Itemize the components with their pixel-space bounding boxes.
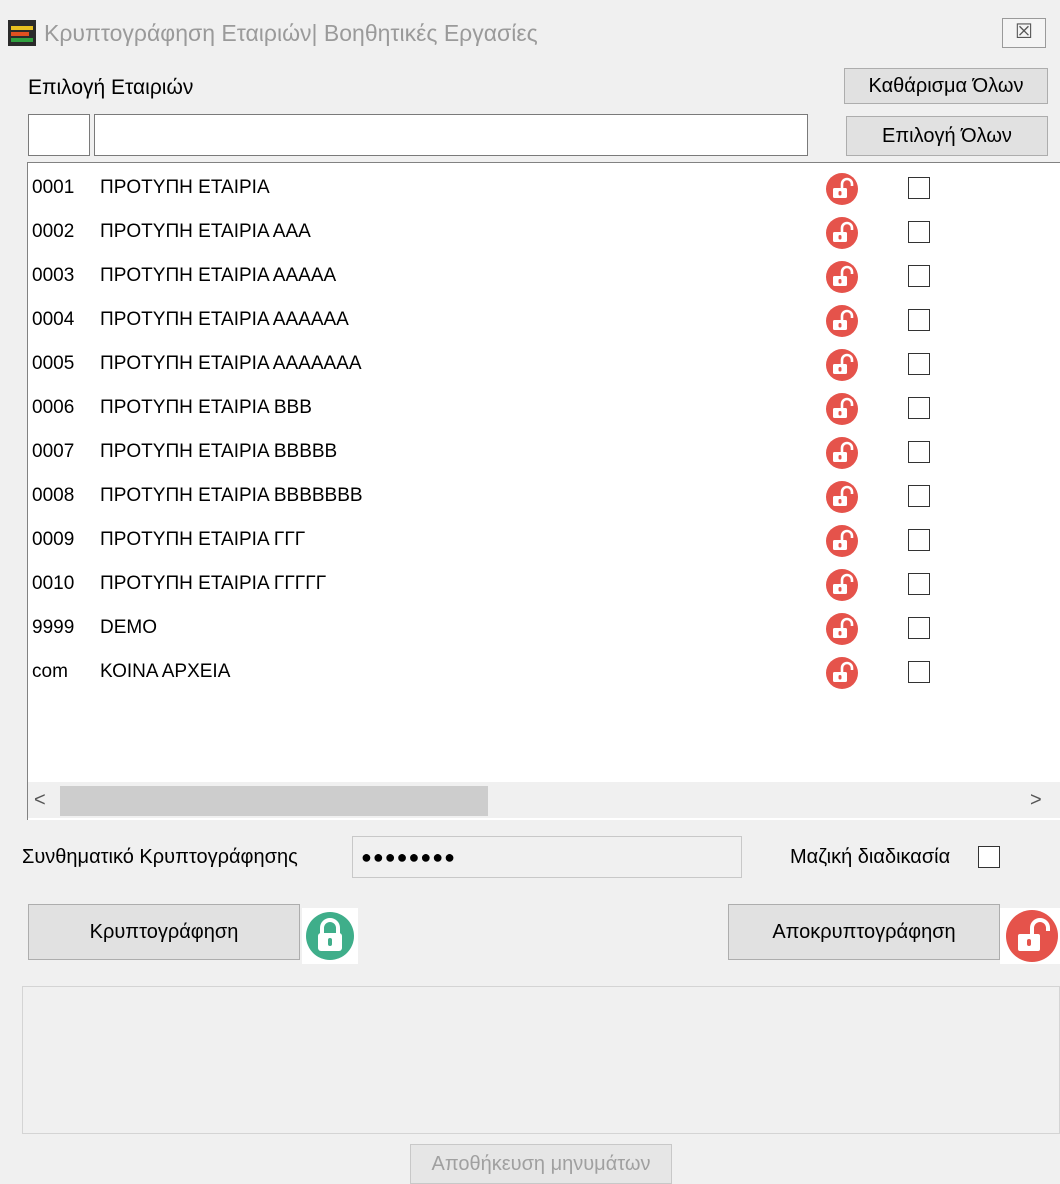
unlocked-padlock-icon: [825, 656, 859, 690]
unlocked-padlock-icon: [825, 480, 859, 514]
app-icon: [8, 20, 36, 46]
company-code: 0006: [32, 397, 75, 418]
company-checkbox[interactable]: [908, 529, 930, 551]
company-row[interactable]: 0005 ΠΡΟΤΥΠΗ ΕΤΑΙΡΙΑ ΑΑΑΑΑΑΑ: [28, 343, 1028, 383]
company-name: ΠΡΟΤΥΠΗ ΕΤΑΙΡΙΑ ΑΑΑΑΑΑ: [100, 309, 349, 330]
company-row[interactable]: com ΚΟΙΝΑ ΑΡΧΕΙΑ: [28, 651, 1028, 691]
unlocked-padlock-icon: [825, 260, 859, 294]
save-messages-button[interactable]: Αποθήκευση μηνυμάτων: [410, 1144, 672, 1184]
company-row[interactable]: 9999 DEMO: [28, 607, 1028, 647]
company-checkbox[interactable]: [908, 617, 930, 639]
company-name: ΠΡΟΤΥΠΗ ΕΤΑΙΡΙΑ ΑΑΑΑΑ: [100, 265, 337, 286]
bulk-process-label: Μαζική διαδικασία: [790, 846, 951, 868]
unlocked-padlock-icon: [825, 216, 859, 250]
locked-padlock-icon: [302, 908, 358, 964]
company-checkbox[interactable]: [908, 573, 930, 595]
company-row[interactable]: 0006 ΠΡΟΤΥΠΗ ΕΤΑΙΡΙΑ ΒΒΒ: [28, 387, 1028, 427]
clear-all-button[interactable]: Καθάρισμα Όλων: [844, 68, 1048, 104]
company-list: 0001 ΠΡΟΤΥΠΗ ΕΤΑΙΡΙΑ 0002 ΠΡΟΤΥΠΗ ΕΤΑΙΡΙΑ Α…: [27, 162, 1060, 820]
unlocked-padlock-icon: [825, 568, 859, 602]
unlocked-padlock-icon: [825, 392, 859, 426]
unlocked-padlock-icon: [825, 348, 859, 382]
scroll-thumb[interactable]: [60, 786, 488, 816]
company-code: 0002: [32, 221, 75, 242]
unlocked-padlock-icon: [1000, 908, 1060, 964]
company-name: ΚΟΙΝΑ ΑΡΧΕΙΑ: [100, 661, 231, 682]
password-input[interactable]: ●●●●●●●●: [352, 836, 742, 878]
company-code: 9999: [32, 617, 75, 638]
encrypt-button[interactable]: Κρυπτογράφηση: [28, 904, 300, 960]
company-row[interactable]: 0003 ΠΡΟΤΥΠΗ ΕΤΑΙΡΙΑ ΑΑΑΑΑ: [28, 255, 1028, 295]
company-name: ΠΡΟΤΥΠΗ ΕΤΑΙΡΙΑ ΓΓΓΓΓ: [100, 573, 327, 594]
select-all-button[interactable]: Επιλογή Όλων: [846, 116, 1048, 156]
company-code: 0004: [32, 309, 75, 330]
unlocked-padlock-icon: [825, 436, 859, 470]
window-title: Κρυπτογράφηση Εταιριών| Βοηθητικές Εργασ…: [44, 20, 538, 46]
unlocked-padlock-icon: [825, 524, 859, 558]
scroll-left-arrow[interactable]: <: [34, 789, 46, 812]
company-name: ΠΡΟΤΥΠΗ ΕΤΑΙΡΙΑ ΒΒΒΒΒ: [100, 441, 338, 462]
company-code: 0007: [32, 441, 75, 462]
company-row[interactable]: 0010 ΠΡΟΤΥΠΗ ΕΤΑΙΡΙΑ ΓΓΓΓΓ: [28, 563, 1028, 603]
company-code: 0003: [32, 265, 75, 286]
company-name: ΠΡΟΤΥΠΗ ΕΤΑΙΡΙΑ: [100, 177, 270, 198]
company-code: com: [32, 661, 68, 682]
company-code: 0001: [32, 177, 75, 198]
company-name: ΠΡΟΤΥΠΗ ΕΤΑΙΡΙΑ ΑΑΑ: [100, 221, 311, 242]
company-code: 0009: [32, 529, 75, 550]
company-name: ΠΡΟΤΥΠΗ ΕΤΑΙΡΙΑ ΑΑΑΑΑΑΑ: [100, 353, 362, 374]
company-name: ΠΡΟΤΥΠΗ ΕΤΑΙΡΙΑ ΒΒΒ: [100, 397, 312, 418]
password-label: Συνθηματικό Κρυπτογράφησης: [22, 846, 298, 868]
company-row[interactable]: 0004 ΠΡΟΤΥΠΗ ΕΤΑΙΡΙΑ ΑΑΑΑΑΑ: [28, 299, 1028, 339]
company-checkbox[interactable]: [908, 177, 930, 199]
company-name: ΠΡΟΤΥΠΗ ΕΤΑΙΡΙΑ ΒΒΒΒΒΒΒ: [100, 485, 363, 506]
unlocked-padlock-icon: [825, 304, 859, 338]
company-code: 0008: [32, 485, 75, 506]
company-row[interactable]: 0008 ΠΡΟΤΥΠΗ ΕΤΑΙΡΙΑ ΒΒΒΒΒΒΒ: [28, 475, 1028, 515]
company-row[interactable]: 0001 ΠΡΟΤΥΠΗ ΕΤΑΙΡΙΑ: [28, 167, 1028, 207]
bulk-process-checkbox[interactable]: [978, 846, 1000, 868]
company-name: ΠΡΟΤΥΠΗ ΕΤΑΙΡΙΑ ΓΓΓ: [100, 529, 306, 550]
company-name: DEMO: [100, 617, 157, 638]
company-checkbox[interactable]: [908, 661, 930, 683]
company-code: 0010: [32, 573, 75, 594]
company-checkbox[interactable]: [908, 221, 930, 243]
scroll-right-arrow[interactable]: >: [1030, 789, 1042, 812]
company-checkbox[interactable]: [908, 397, 930, 419]
unlocked-padlock-icon: [825, 172, 859, 206]
unlocked-padlock-icon: [825, 612, 859, 646]
close-button[interactable]: ☒: [1002, 18, 1046, 48]
company-row[interactable]: 0002 ΠΡΟΤΥΠΗ ΕΤΑΙΡΙΑ ΑΑΑ: [28, 211, 1028, 251]
select-companies-label: Επιλογή Εταιριών: [28, 76, 194, 99]
code-filter-input[interactable]: [28, 114, 90, 156]
company-checkbox[interactable]: [908, 309, 930, 331]
company-row[interactable]: 0009 ΠΡΟΤΥΠΗ ΕΤΑΙΡΙΑ ΓΓΓ: [28, 519, 1028, 559]
company-checkbox[interactable]: [908, 265, 930, 287]
company-checkbox[interactable]: [908, 353, 930, 375]
company-checkbox[interactable]: [908, 441, 930, 463]
company-code: 0005: [32, 353, 75, 374]
company-checkbox[interactable]: [908, 485, 930, 507]
messages-area: [22, 986, 1060, 1134]
decrypt-button[interactable]: Αποκρυπτογράφηση: [728, 904, 1000, 960]
company-row[interactable]: 0007 ΠΡΟΤΥΠΗ ΕΤΑΙΡΙΑ ΒΒΒΒΒ: [28, 431, 1028, 471]
name-filter-input[interactable]: [94, 114, 808, 156]
